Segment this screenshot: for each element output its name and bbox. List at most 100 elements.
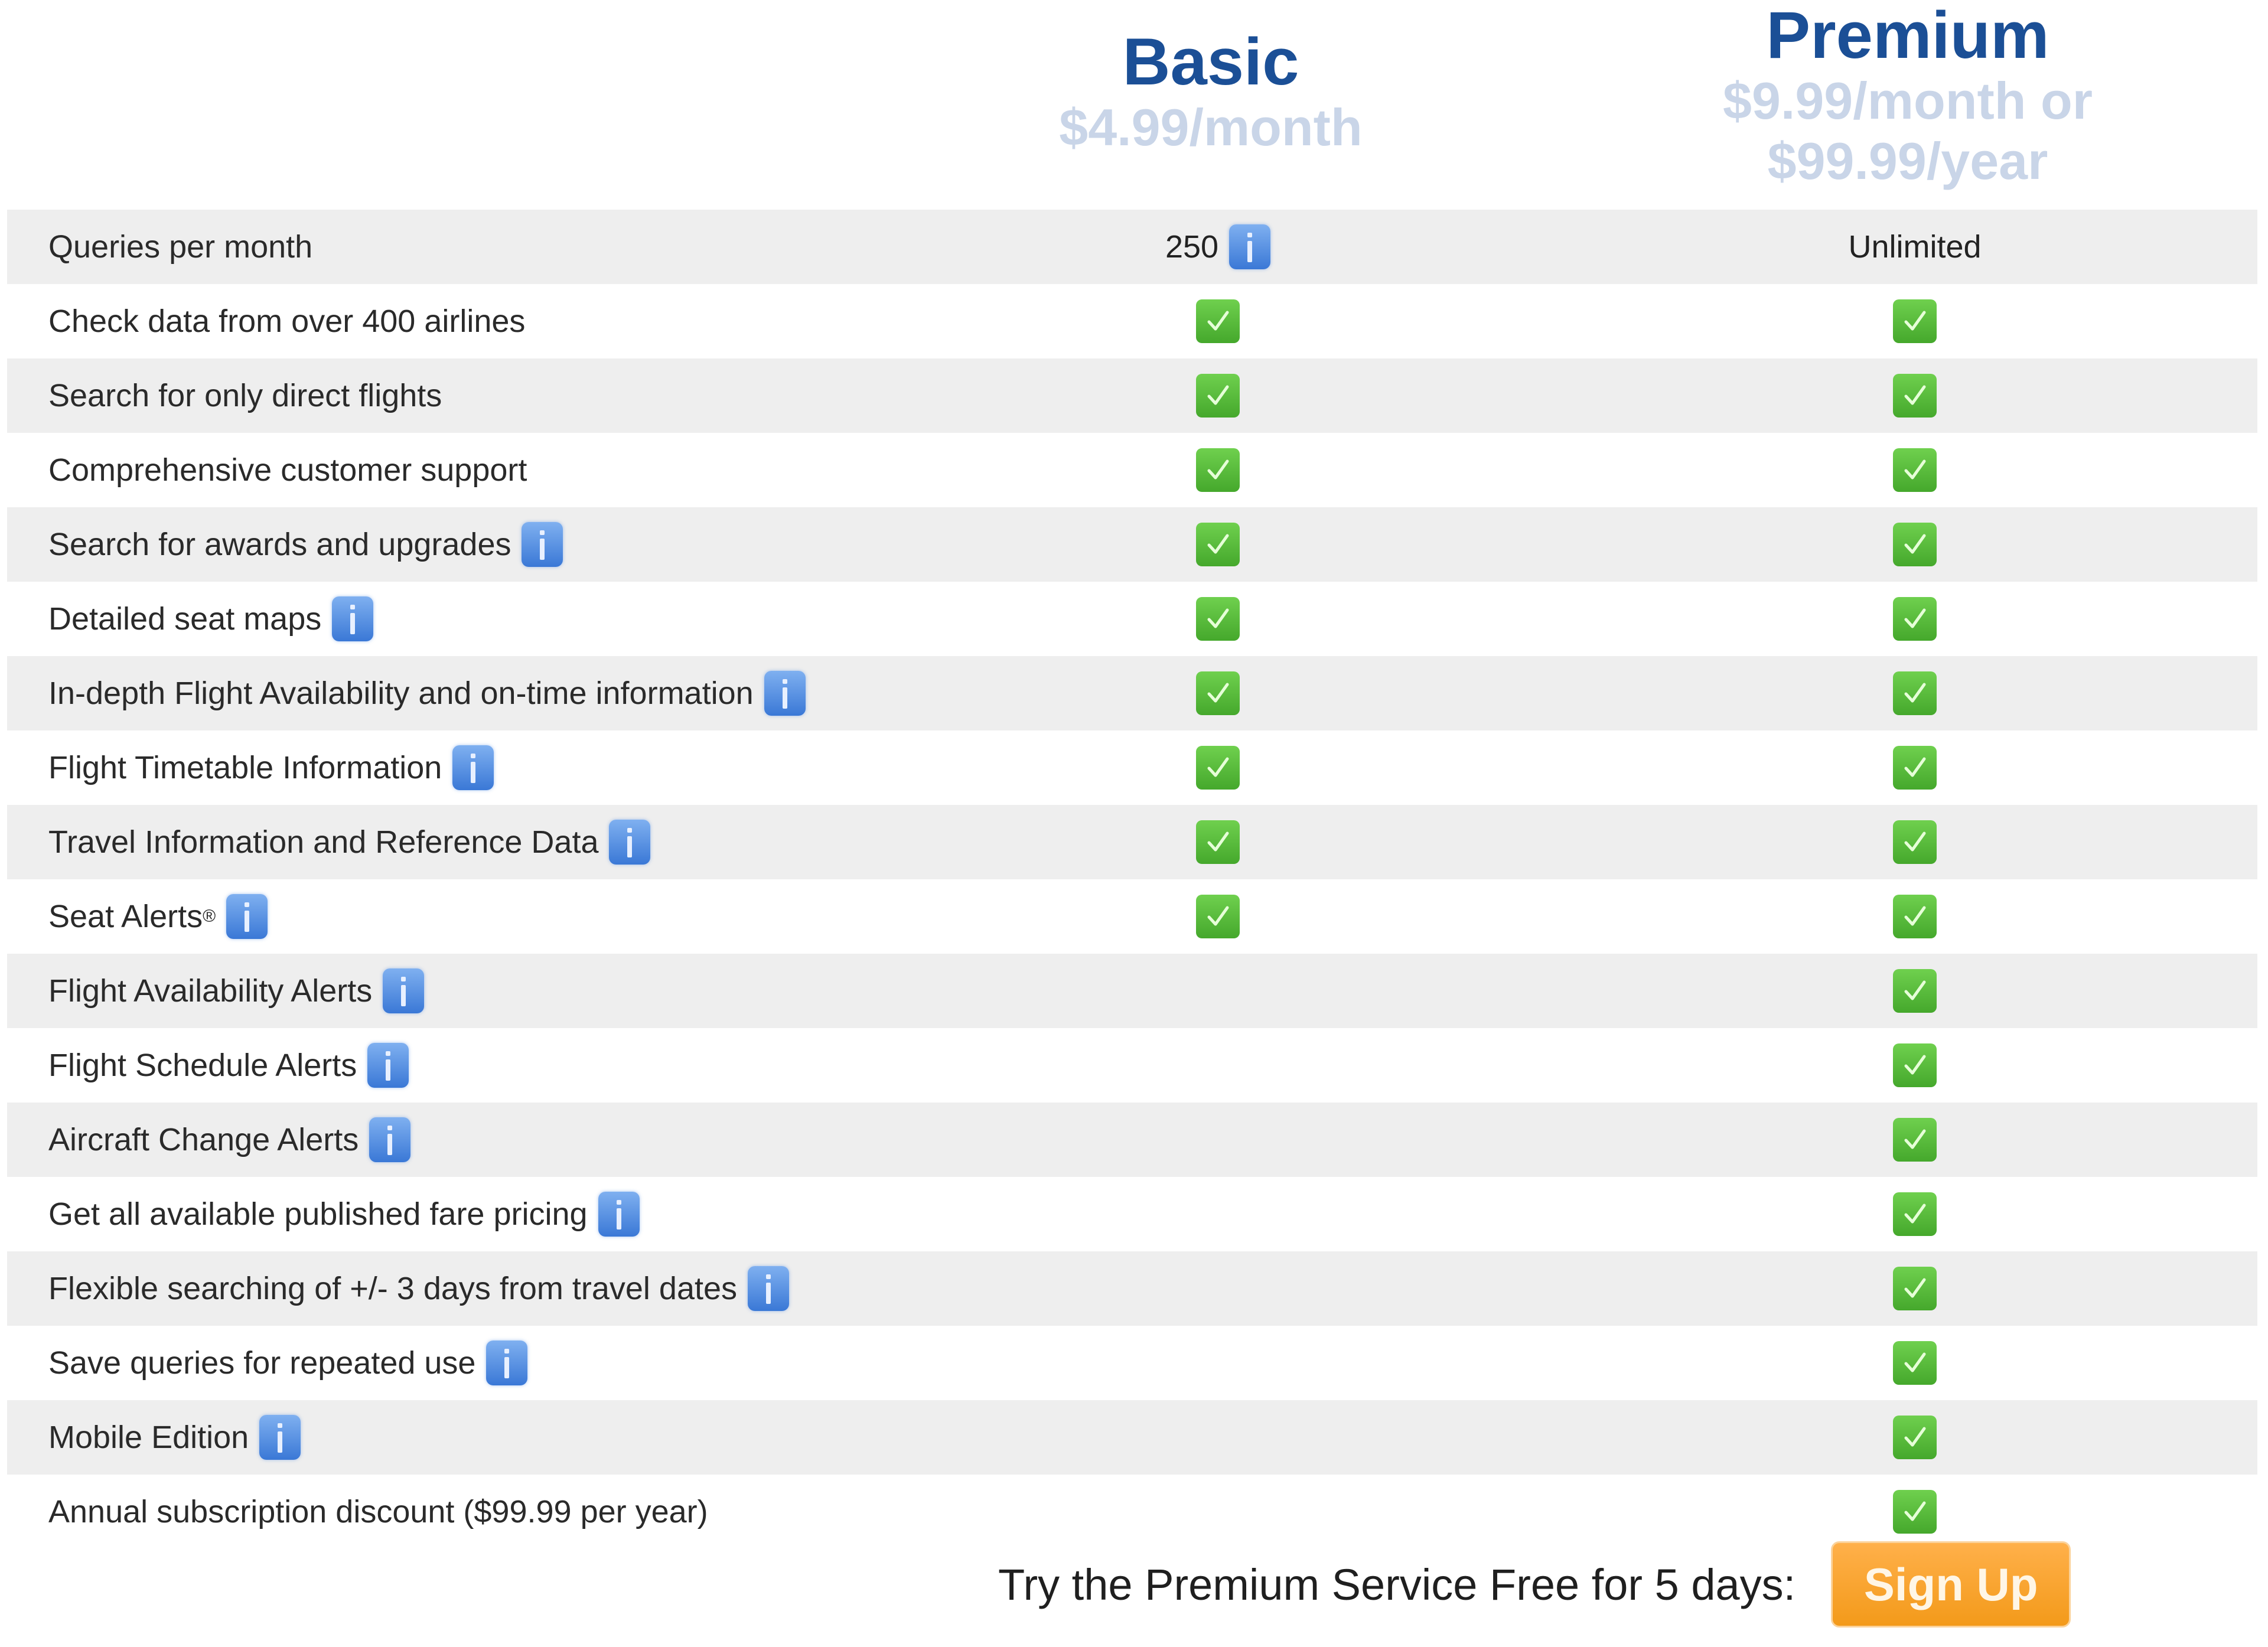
checkmark-icon xyxy=(1893,895,1937,938)
cell-premium xyxy=(1749,374,2080,418)
feature-label-text: Seat Alerts xyxy=(48,899,203,934)
info-icon[interactable] xyxy=(598,1192,640,1237)
feature-row: Mobile Edition xyxy=(7,1400,2257,1475)
checkmark-icon xyxy=(1893,969,1937,1013)
info-icon[interactable] xyxy=(369,1117,411,1162)
info-icon[interactable] xyxy=(452,745,494,790)
info-icon[interactable] xyxy=(332,596,374,641)
feature-label-text: Search for awards and upgrades xyxy=(48,527,511,562)
info-icon[interactable] xyxy=(367,1043,409,1088)
sign-up-button[interactable]: Sign Up xyxy=(1831,1541,2071,1628)
cell-premium: Unlimited xyxy=(1749,229,2080,265)
cell-basic xyxy=(1052,374,1383,418)
feature-row: Aircraft Change Alerts xyxy=(7,1103,2257,1177)
cell-premium xyxy=(1749,895,2080,938)
info-icon[interactable] xyxy=(1229,224,1271,269)
checkmark-icon xyxy=(1893,1341,1937,1385)
checkmark-icon xyxy=(1196,448,1240,492)
checkmark-icon xyxy=(1196,895,1240,938)
feature-label: Mobile Edition xyxy=(48,1415,301,1460)
info-icon[interactable] xyxy=(226,894,268,939)
cell-premium xyxy=(1749,1043,2080,1087)
feature-row: Flight Availability Alerts xyxy=(7,954,2257,1028)
cell-basic xyxy=(1052,671,1383,715)
cell-premium xyxy=(1749,746,2080,790)
checkmark-icon xyxy=(1893,1118,1937,1162)
feature-label: Search for awards and upgrades xyxy=(48,522,563,567)
checkmark-icon xyxy=(1893,671,1937,715)
info-icon[interactable] xyxy=(609,820,651,865)
cell-premium xyxy=(1749,1341,2080,1385)
feature-label-text: Get all available published fare pricing xyxy=(48,1196,588,1232)
feature-label-text: Aircraft Change Alerts xyxy=(48,1122,359,1157)
feature-row: Get all available published fare pricing xyxy=(7,1177,2257,1251)
checkmark-icon xyxy=(1893,1416,1937,1459)
feature-label-text: Travel Information and Reference Data xyxy=(48,824,599,860)
feature-row: Save queries for repeated use xyxy=(7,1326,2257,1400)
feature-label: Comprehensive customer support xyxy=(48,452,527,488)
cell-premium xyxy=(1749,820,2080,864)
cell-premium xyxy=(1749,1192,2080,1236)
feature-row: Flight Timetable Information xyxy=(7,730,2257,805)
feature-label-text: Check data from over 400 airlines xyxy=(48,304,526,339)
checkmark-icon xyxy=(1196,820,1240,864)
plan-premium-name: Premium xyxy=(1766,0,2049,72)
cta-section: Try the Premium Service Free for 5 days:… xyxy=(998,1541,2071,1628)
info-icon[interactable] xyxy=(522,522,563,567)
feature-label: Queries per month xyxy=(48,229,312,265)
checkmark-icon xyxy=(1893,1043,1937,1087)
feature-label: Aircraft Change Alerts xyxy=(48,1117,411,1162)
feature-label-text: Flight Timetable Information xyxy=(48,750,442,785)
feature-label-text: In-depth Flight Availability and on-time… xyxy=(48,676,754,711)
cell-premium xyxy=(1749,1267,2080,1310)
feature-row: Flexible searching of +/- 3 days from tr… xyxy=(7,1251,2257,1326)
cell-premium xyxy=(1749,1416,2080,1459)
checkmark-icon xyxy=(1893,820,1937,864)
feature-label: Flight Timetable Information xyxy=(48,745,494,790)
cell-basic xyxy=(1052,895,1383,938)
checkmark-icon xyxy=(1893,746,1937,790)
cell-premium xyxy=(1749,448,2080,492)
premium-value: Unlimited xyxy=(1848,229,1982,265)
info-icon[interactable] xyxy=(486,1341,528,1385)
plan-basic-price: $4.99/month xyxy=(1059,98,1363,156)
info-icon[interactable] xyxy=(383,968,425,1013)
cell-basic xyxy=(1052,523,1383,566)
info-icon[interactable] xyxy=(748,1266,790,1311)
feature-row: Flight Schedule Alerts xyxy=(7,1028,2257,1103)
cell-premium xyxy=(1749,597,2080,641)
plan-premium-price-monthly: $9.99/month or xyxy=(1723,71,2093,130)
cell-basic xyxy=(1052,597,1383,641)
plans-header: Basic $4.99/month Premium $9.99/month or… xyxy=(0,0,2268,210)
checkmark-icon xyxy=(1893,597,1937,641)
cell-basic: 250 xyxy=(1052,224,1383,269)
feature-row: Seat Alerts ® xyxy=(7,879,2257,954)
feature-row: Annual subscription discount ($99.99 per… xyxy=(7,1475,2257,1549)
feature-label-text: Flight Schedule Alerts xyxy=(48,1048,357,1083)
cell-basic xyxy=(1052,820,1383,864)
basic-value: 250 xyxy=(1165,229,1219,265)
feature-comparison-table: Queries per month 250 Unlimited Check data … xyxy=(7,210,2257,1549)
cell-basic xyxy=(1052,746,1383,790)
checkmark-icon xyxy=(1196,523,1240,566)
cell-premium xyxy=(1749,1118,2080,1162)
checkmark-icon xyxy=(1893,374,1937,418)
checkmark-icon xyxy=(1893,1192,1937,1236)
info-icon[interactable] xyxy=(764,671,806,716)
plan-premium-header: Premium $9.99/month or $99.99/year xyxy=(1642,0,2174,191)
cell-basic xyxy=(1052,448,1383,492)
feature-label: Seat Alerts ® xyxy=(48,894,268,939)
feature-label-text: Comprehensive customer support xyxy=(48,452,527,488)
cell-premium xyxy=(1749,523,2080,566)
feature-label-text: Flexible searching of +/- 3 days from tr… xyxy=(48,1271,738,1306)
checkmark-icon xyxy=(1893,299,1937,343)
cta-text: Try the Premium Service Free for 5 days: xyxy=(998,1560,1796,1609)
cell-premium xyxy=(1749,299,2080,343)
cell-basic xyxy=(1052,299,1383,343)
checkmark-icon xyxy=(1893,1267,1937,1310)
feature-label-text: Detailed seat maps xyxy=(48,601,322,637)
feature-row: Detailed seat maps xyxy=(7,582,2257,656)
plan-basic-header: Basic $4.99/month xyxy=(1004,27,1418,158)
feature-label-text: Mobile Edition xyxy=(48,1420,249,1455)
info-icon[interactable] xyxy=(259,1415,301,1460)
